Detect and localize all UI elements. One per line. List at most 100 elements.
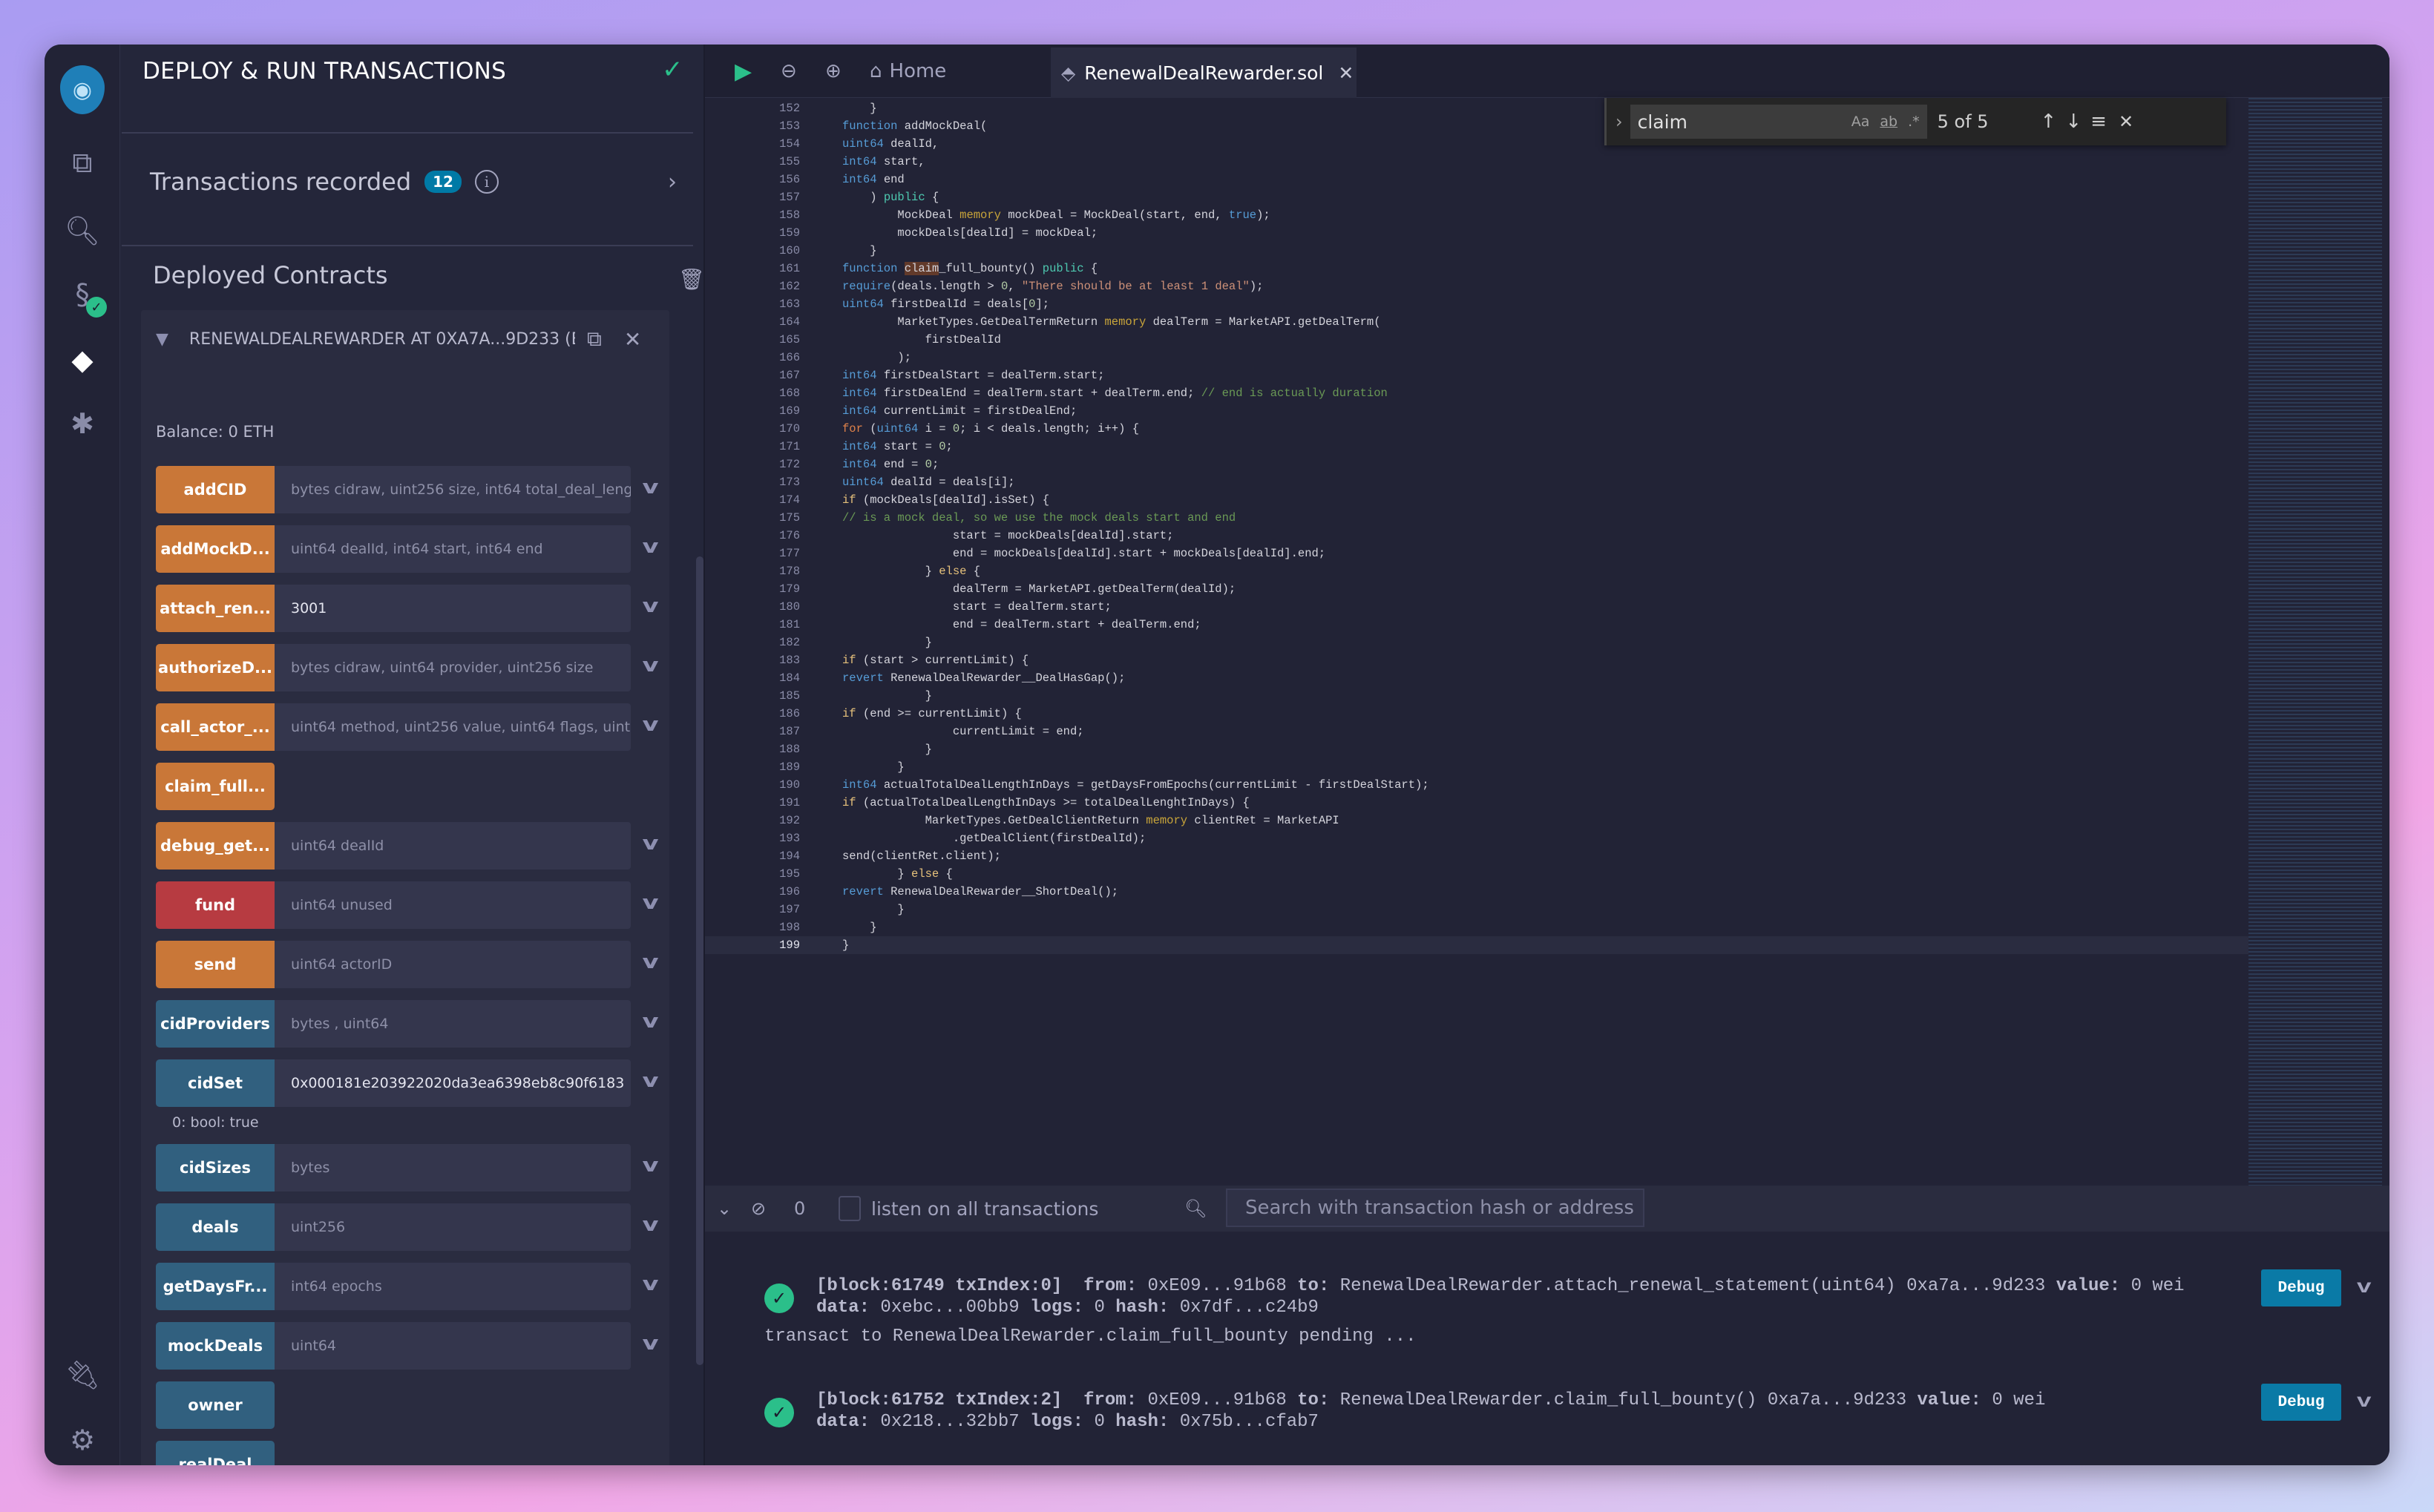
code-line[interactable]: 168 int64 firstDealEnd = dealTerm.start +…: [705, 384, 2248, 402]
match-case-toggle[interactable]: Aa: [1851, 114, 1870, 130]
function-args-input[interactable]: 0x000181e203922020da3ea6398eb8c90f6183: [275, 1059, 631, 1107]
function-button[interactable]: owner: [156, 1381, 275, 1429]
code-line[interactable]: 171 int64 start = 0;: [705, 438, 2248, 456]
code-line[interactable]: 177 end = mockDeals[dealId].start + mock…: [705, 545, 2248, 562]
function-button[interactable]: send: [156, 941, 275, 988]
function-args-input[interactable]: uint64 unused: [275, 881, 631, 929]
chevron-down-icon[interactable]: v: [2357, 1276, 2372, 1298]
debug-button[interactable]: Debug: [2261, 1269, 2341, 1306]
code-line[interactable]: 197 }: [705, 901, 2248, 918]
chevron-down-icon[interactable]: v: [642, 1273, 658, 1295]
chevron-down-icon[interactable]: v: [642, 951, 658, 973]
function-args-input[interactable]: bytes: [275, 1144, 631, 1191]
code-line[interactable]: 183 if (start > currentLimit) {: [705, 651, 2248, 669]
arrow-up-icon[interactable]: ↑: [2041, 111, 2057, 133]
code-line[interactable]: 163 uint64 firstDealId = deals[0];: [705, 295, 2248, 313]
close-tab-icon[interactable]: ✕: [1338, 62, 1354, 84]
code-line[interactable]: 160 }: [705, 242, 2248, 260]
tab-renewaldealrewarder-sol[interactable]: ⬘ RenewalDealRewarder.sol ✕: [1051, 47, 1357, 98]
code-line[interactable]: 174 if (mockDeals[dealId].isSet) {: [705, 491, 2248, 509]
transaction-search-input[interactable]: Search with transaction hash or address: [1226, 1189, 1644, 1227]
function-button[interactable]: cidProviders: [156, 1000, 275, 1048]
clear-console-icon[interactable]: ⊘: [751, 1198, 766, 1219]
code-line[interactable]: 157 ) public {: [705, 188, 2248, 206]
code-line[interactable]: 182 }: [705, 634, 2248, 651]
code-line[interactable]: 164 MarketTypes.GetDealTermReturn memory…: [705, 313, 2248, 331]
search-icon[interactable]: 🔍︎: [64, 212, 101, 249]
chevron-down-icon[interactable]: v: [642, 654, 658, 677]
close-find-icon[interactable]: ✕: [2119, 111, 2133, 132]
arrow-down-icon[interactable]: ↓: [2065, 111, 2082, 133]
code-line[interactable]: 184 revert RenewalDealRewarder__DealHasGa…: [705, 669, 2248, 687]
function-button[interactable]: realDeal: [156, 1441, 275, 1465]
function-args-input[interactable]: uint256: [275, 1203, 631, 1251]
code-line[interactable]: 155 int64 start,: [705, 153, 2248, 171]
tab-home[interactable]: ⌂ Home: [870, 53, 946, 89]
copy-icon[interactable]: ⧉: [587, 326, 602, 352]
solidity-compiler-icon[interactable]: § ✓: [64, 276, 107, 318]
code-line[interactable]: 162 require(deals.length > 0, "There shou…: [705, 277, 2248, 295]
code-line[interactable]: 178 } else {: [705, 562, 2248, 580]
function-button[interactable]: call_actor_...: [156, 703, 275, 751]
regex-toggle[interactable]: .*: [1908, 114, 1920, 130]
panel-scrollbar[interactable]: [696, 556, 703, 1365]
chevron-down-icon[interactable]: v: [642, 1070, 658, 1092]
code-line[interactable]: 181 end = dealTerm.start + dealTerm.end;: [705, 616, 2248, 634]
code-line[interactable]: 158 MockDeal memory mockDeal = MockDeal(…: [705, 206, 2248, 224]
function-button[interactable]: claim_full...: [156, 763, 275, 810]
code-line[interactable]: 192 MarketTypes.GetDealClientReturn memo…: [705, 812, 2248, 829]
function-button[interactable]: cidSizes: [156, 1144, 275, 1191]
chevron-down-icon[interactable]: v: [2357, 1390, 2372, 1413]
code-line[interactable]: 198 }: [705, 918, 2248, 936]
code-line[interactable]: 176 start = mockDeals[dealId].start;: [705, 527, 2248, 545]
code-line[interactable]: 189 }: [705, 758, 2248, 776]
remix-logo-icon[interactable]: ◉: [60, 65, 105, 114]
chevron-down-icon[interactable]: v: [642, 536, 658, 558]
function-args-input[interactable]: uint64: [275, 1322, 631, 1370]
code-line[interactable]: 199}: [705, 936, 2248, 954]
code-line[interactable]: 169 int64 currentLimit = firstDealEnd;: [705, 402, 2248, 420]
file-explorer-icon[interactable]: ⧉: [64, 144, 101, 181]
code-line[interactable]: 166 );: [705, 349, 2248, 367]
chevron-down-icon[interactable]: v: [642, 714, 658, 736]
close-icon[interactable]: ✕: [624, 327, 641, 352]
collapse-terminal-icon[interactable]: ⌄: [717, 1198, 732, 1219]
code-line[interactable]: 156 int64 end: [705, 171, 2248, 188]
code-line[interactable]: 188 }: [705, 740, 2248, 758]
find-input[interactable]: claim Aa ab .*: [1630, 105, 1927, 139]
code-line[interactable]: 161 function claim_full_bounty() public {: [705, 260, 2248, 277]
function-args-input[interactable]: bytes cidraw, uint256 size, int64 total_…: [275, 466, 631, 513]
code-line[interactable]: 165 firstDealId: [705, 331, 2248, 349]
code-line[interactable]: 186 if (end >= currentLimit) {: [705, 705, 2248, 723]
listen-checkbox[interactable]: [839, 1196, 861, 1221]
code-line[interactable]: 180 start = dealTerm.start;: [705, 598, 2248, 616]
chevron-down-icon[interactable]: ▼: [156, 330, 168, 349]
info-icon[interactable]: i: [474, 170, 499, 194]
function-args-input[interactable]: uint64 dealId, int64 start, int64 end: [275, 525, 631, 573]
code-line[interactable]: 187 currentLimit = end;: [705, 723, 2248, 740]
code-line[interactable]: 173 uint64 dealId = deals[i];: [705, 473, 2248, 491]
code-line[interactable]: 191 if (actualTotalDealLengthInDays >= to…: [705, 794, 2248, 812]
function-button[interactable]: attach_ren...: [156, 585, 275, 632]
debug-button[interactable]: Debug: [2261, 1384, 2341, 1421]
code-editor[interactable]: 152 } 153 function addMockDeal(154 uint64 d…: [705, 99, 2248, 954]
function-args-input[interactable]: uint64 dealId: [275, 822, 631, 870]
chevron-down-icon[interactable]: v: [642, 595, 658, 617]
toggle-replace-icon[interactable]: ›: [1615, 111, 1623, 132]
chevron-down-icon[interactable]: v: [642, 892, 658, 914]
chevron-down-icon[interactable]: v: [642, 1154, 658, 1177]
code-line[interactable]: 175 // is a mock deal, so we use the mock…: [705, 509, 2248, 527]
code-line[interactable]: 193 .getDealClient(firstDealId);: [705, 829, 2248, 847]
code-line[interactable]: 185 }: [705, 687, 2248, 705]
chevron-right-icon[interactable]: ›: [668, 169, 677, 195]
function-args-input[interactable]: bytes cidraw, uint64 provider, uint256 s…: [275, 644, 631, 691]
function-button[interactable]: authorizeD...: [156, 644, 275, 691]
code-line[interactable]: 170 for (uint64 i = 0; i < deals.length; …: [705, 420, 2248, 438]
code-line[interactable]: 195 } else {: [705, 865, 2248, 883]
deploy-run-icon[interactable]: ◆: [64, 341, 101, 378]
code-line[interactable]: 167 int64 firstDealStart = dealTerm.start…: [705, 367, 2248, 384]
function-args-input[interactable]: 3001: [275, 585, 631, 632]
code-line[interactable]: 172 int64 end = 0;: [705, 456, 2248, 473]
function-button[interactable]: cidSet: [156, 1059, 275, 1107]
settings-gear-icon[interactable]: ⚙: [64, 1421, 101, 1459]
